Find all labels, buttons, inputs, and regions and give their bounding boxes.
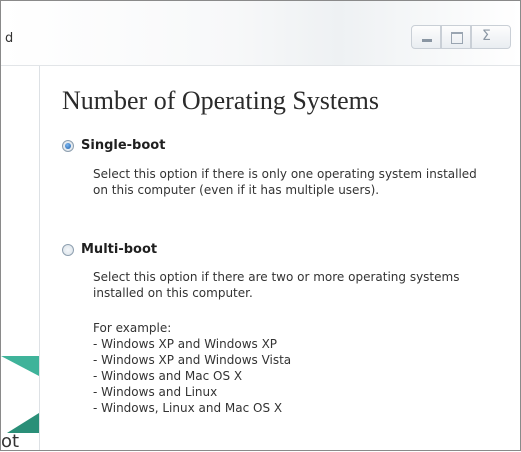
example-item: - Windows XP and Windows Vista [93,353,292,367]
sidebar-text: ot [1,431,20,452]
example-item: - Windows, Linux and Mac OS X [93,401,283,415]
single-boot-description-line: on this computer (even if it has multipl… [93,183,380,197]
wizard-content: Number of Operating Systems Single-boot … [40,66,520,450]
window-caption-buttons: Σ [411,25,521,51]
multi-boot-description: Select this option if there are two or m… [93,269,513,301]
dialog-window: d Σ ot Number of Operating Systems Singl… [0,0,521,452]
examples-list: - Windows XP and Windows XP - Windows XP… [93,336,513,416]
single-boot-label[interactable]: Single-boot [81,138,165,153]
maximize-button[interactable] [441,25,471,49]
single-boot-description-line: Select this option if there is only one … [93,167,477,181]
minimize-button[interactable] [411,25,441,49]
maximize-icon [451,32,463,44]
sidebar-accent-shape [1,356,39,376]
close-button[interactable]: Σ [471,25,511,49]
multi-boot-description-line: Select this option if there are two or m… [93,270,460,284]
single-boot-description: Select this option if there is only one … [93,166,513,198]
multi-boot-label[interactable]: Multi-boot [81,242,157,257]
close-icon: Σ [482,28,491,44]
single-boot-radio[interactable] [62,140,74,152]
title-bar[interactable]: d Σ [1,1,520,66]
window-title: d [5,31,14,46]
examples-heading: For example: [93,321,172,335]
example-item: - Windows XP and Windows XP [93,337,278,351]
sidebar-accent-shape-lower [7,413,39,433]
multi-boot-examples: For example: - Windows XP and Windows XP… [93,320,513,416]
multi-boot-description-line: installed on this computer. [93,286,253,300]
example-item: - Windows and Linux [93,385,218,399]
page-title: Number of Operating Systems [62,86,380,115]
multi-boot-radio[interactable] [62,244,74,256]
minimize-icon [422,39,432,42]
example-item: - Windows and Mac OS X [93,369,243,383]
wizard-sidebar: ot [1,66,40,452]
